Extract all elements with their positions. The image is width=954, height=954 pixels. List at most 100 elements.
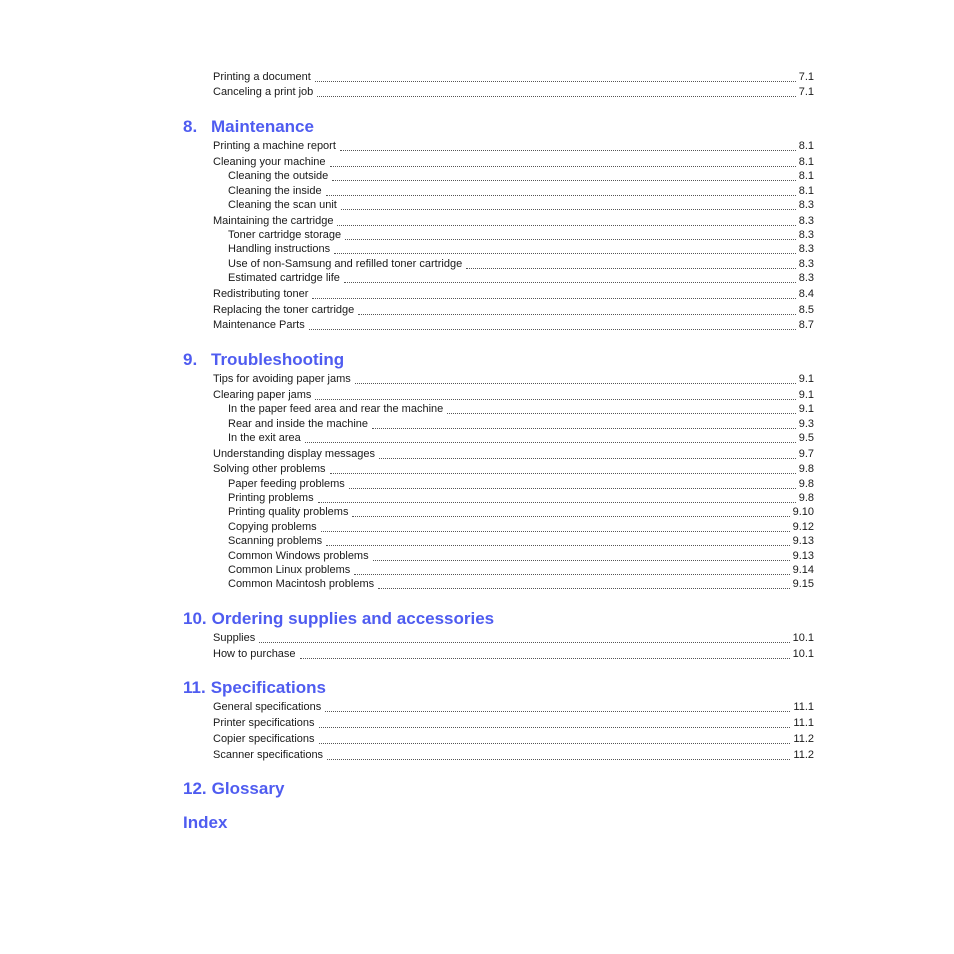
dot-leader — [372, 418, 796, 431]
toc-subentry[interactable]: Paper feeding problems 9.8 — [228, 477, 814, 491]
dot-leader — [354, 373, 796, 386]
section-heading-maintenance[interactable]: 8. Maintenance — [183, 117, 314, 137]
toc-entry-page: 11.1 — [793, 717, 814, 729]
toc-entry-page: 9.13 — [792, 550, 814, 562]
toc-entry[interactable]: Maintenance Parts 8.7 — [213, 318, 814, 332]
toc-entry-title: General specifications — [213, 701, 326, 714]
toc-entry[interactable]: Redistributing toner 8.4 — [213, 287, 814, 301]
toc-entry-title: Printing problems — [228, 492, 318, 505]
toc-entry[interactable]: Solving other problems 9.8 — [213, 462, 814, 476]
dot-leader — [372, 550, 790, 563]
toc-subentry[interactable]: Common Windows problems 9.13 — [228, 549, 814, 563]
dot-leader — [317, 86, 796, 99]
toc-entry-page: 9.8 — [798, 463, 814, 475]
toc-entry-title: Paper feeding problems — [228, 478, 349, 491]
dot-leader — [318, 733, 791, 746]
toc-entry[interactable]: Understanding display messages 9.7 — [213, 447, 814, 461]
section-number: 12. — [183, 779, 207, 798]
toc-entry-title: Cleaning the inside — [228, 185, 326, 198]
toc-entry-page: 8.5 — [798, 304, 814, 316]
toc-entry-page: 7.1 — [798, 71, 814, 83]
toc-subentry[interactable]: Printing problems 9.8 — [228, 491, 814, 505]
toc-entry-page: 8.3 — [798, 272, 814, 284]
toc-entry-title: Cleaning the outside — [228, 170, 333, 183]
toc-entry[interactable]: Maintaining the cartridge 8.3 — [213, 214, 814, 228]
toc-entry-title: Common Windows problems — [228, 550, 373, 563]
toc-entry[interactable]: Scanner specifications 11.2 — [213, 748, 814, 762]
toc-subentry[interactable]: Common Macintosh problems 9.15 — [228, 577, 814, 591]
toc-entry-page: 9.7 — [798, 448, 814, 460]
dot-leader — [447, 403, 796, 416]
toc-entry-title: Copying problems — [228, 521, 321, 534]
toc-page: Printing a document 7.1 Canceling a prin… — [0, 0, 954, 954]
section-heading-specifications[interactable]: 11. Specifications — [183, 678, 326, 698]
toc-entry-title: Common Linux problems — [228, 564, 355, 577]
toc-entry-title: How to purchase — [213, 648, 300, 661]
toc-subentry[interactable]: In the exit area 9.5 — [228, 431, 814, 445]
toc-entry-page: 9.12 — [792, 521, 814, 533]
toc-entry-title: Common Macintosh problems — [228, 578, 379, 591]
toc-entry-title: Scanner specifications — [213, 749, 328, 762]
section-title: Index — [183, 813, 228, 832]
toc-entry[interactable]: General specifications 11.1 — [213, 700, 814, 714]
toc-subentry[interactable]: Toner cartridge storage 8.3 — [228, 228, 814, 242]
toc-entry[interactable]: Tips for avoiding paper jams 9.1 — [213, 372, 814, 386]
toc-entry-page: 8.1 — [798, 156, 814, 168]
toc-subentry[interactable]: Printing quality problems 9.10 — [228, 505, 814, 519]
toc-subentry[interactable]: Estimated cartridge life 8.3 — [228, 271, 814, 285]
toc-subentry[interactable]: Handling instructions 8.3 — [228, 242, 814, 256]
section-number: 9. — [183, 350, 198, 369]
section-heading-troubleshooting[interactable]: 9. Troubleshooting — [183, 350, 344, 370]
dot-leader — [348, 478, 796, 491]
toc-subentry[interactable]: In the paper feed area and rear the mach… — [228, 402, 814, 416]
toc-entry-title: In the paper feed area and rear the mach… — [228, 403, 448, 416]
toc-subentry[interactable]: Scanning problems 9.13 — [228, 534, 814, 548]
toc-entry-title: Printing a document — [213, 71, 315, 84]
dot-leader — [325, 701, 791, 714]
toc-entry[interactable]: Supplies 10.1 — [213, 631, 814, 645]
toc-entry-page: 8.3 — [798, 229, 814, 241]
toc-entry[interactable]: How to purchase 10.1 — [213, 647, 814, 661]
toc-entry-title: Cleaning the scan unit — [228, 199, 341, 212]
toc-subentry[interactable]: Cleaning the inside 8.1 — [228, 184, 814, 198]
dot-leader — [343, 272, 796, 285]
toc-entry[interactable]: Cleaning your machine 8.1 — [213, 155, 814, 169]
section-title: Maintenance — [211, 117, 314, 136]
toc-entry-page: 11.2 — [793, 733, 814, 745]
toc-entry-title: Cleaning your machine — [213, 156, 330, 169]
toc-entry[interactable]: Printing a machine report 8.1 — [213, 139, 814, 153]
toc-subentry[interactable]: Use of non-Samsung and refilled toner ca… — [228, 257, 814, 271]
toc-entry-page: 11.1 — [793, 701, 814, 713]
toc-entry-title: Printer specifications — [213, 717, 319, 730]
toc-subentry[interactable]: Rear and inside the machine 9.3 — [228, 417, 814, 431]
dot-leader — [358, 304, 796, 317]
dot-leader — [337, 215, 796, 228]
section-heading-ordering-supplies[interactable]: 10. Ordering supplies and accessories — [183, 609, 494, 629]
toc-entry-title: Understanding display messages — [213, 448, 380, 461]
toc-subentry[interactable]: Common Linux problems 9.14 — [228, 563, 814, 577]
toc-entry[interactable]: Printer specifications 11.1 — [213, 716, 814, 730]
toc-entry-page: 8.7 — [798, 319, 814, 331]
toc-entry-title: Maintenance Parts — [213, 319, 309, 332]
toc-entry[interactable]: Printing a document 7.1 — [213, 70, 814, 84]
dot-leader — [320, 521, 790, 534]
toc-entry-page: 9.5 — [798, 432, 814, 444]
toc-subentry[interactable]: Copying problems 9.12 — [228, 520, 814, 534]
toc-entry[interactable]: Clearing paper jams 9.1 — [213, 388, 814, 402]
toc-entry-page: 10.1 — [792, 632, 814, 644]
toc-entry[interactable]: Replacing the toner cartridge 8.5 — [213, 303, 814, 317]
toc-subentry[interactable]: Cleaning the scan unit 8.3 — [228, 198, 814, 212]
dot-leader — [354, 564, 790, 577]
toc-entry[interactable]: Canceling a print job 7.1 — [213, 85, 814, 99]
toc-entry-title: Clearing paper jams — [213, 389, 316, 402]
toc-entry[interactable]: Copier specifications 11.2 — [213, 732, 814, 746]
dot-leader — [378, 578, 790, 591]
toc-entry-title: Printing a machine report — [213, 140, 340, 153]
section-title: Troubleshooting — [211, 350, 345, 369]
toc-subentry[interactable]: Cleaning the outside 8.1 — [228, 169, 814, 183]
section-heading-index[interactable]: Index — [183, 813, 227, 833]
section-number: 10. — [183, 609, 207, 628]
toc-entry-title: Toner cartridge storage — [228, 229, 346, 242]
section-heading-glossary[interactable]: 12. Glossary — [183, 779, 284, 799]
toc-entry-title: Maintaining the cartridge — [213, 215, 338, 228]
